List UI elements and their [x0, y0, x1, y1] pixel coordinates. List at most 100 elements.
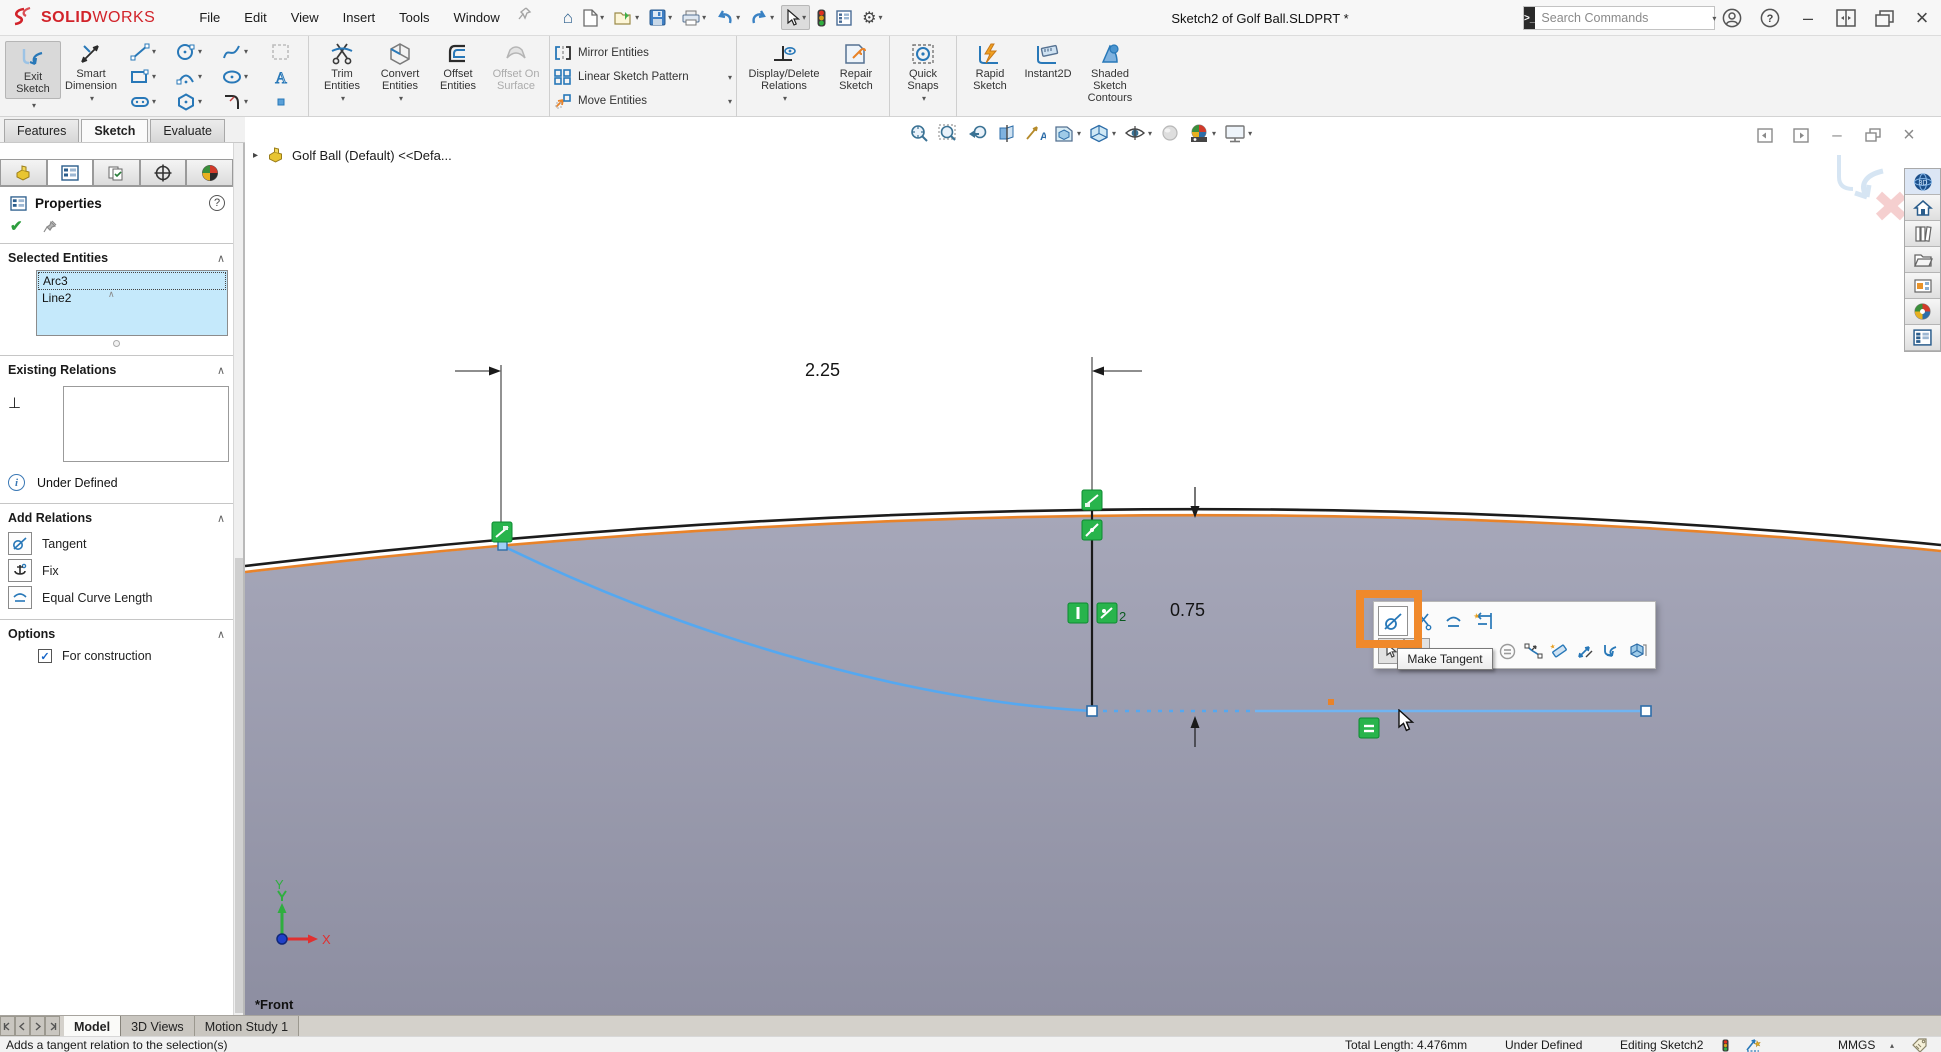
dimension-2-25[interactable] [455, 357, 1142, 533]
search-input[interactable] [1535, 11, 1708, 25]
panel-scroll-up-icon[interactable]: ∧ [108, 289, 115, 300]
status-rebuild-icon[interactable] [1722, 1039, 1729, 1052]
annotation-visibility-button[interactable]: A [1021, 121, 1050, 146]
search-commands-box[interactable]: >_ ▾ [1523, 6, 1715, 30]
menu-window[interactable]: Window [442, 6, 512, 29]
help-icon[interactable]: ? [1757, 5, 1783, 31]
exit-sketch-arrow-icon[interactable] [1855, 171, 1883, 197]
ellipse-tool[interactable]: ▾ [212, 68, 258, 86]
options-section-header[interactable]: Options ∧ [0, 620, 233, 646]
tab-scroll-last[interactable] [45, 1016, 60, 1036]
instant2d-button[interactable]: Instant2D [1020, 38, 1076, 80]
shaded-sketch-contours-button[interactable]: Shaded Sketch Contours [1078, 38, 1142, 104]
for-construction-checkbox[interactable]: ✓ [38, 649, 52, 663]
add-relation-tangent[interactable]: Tangent [0, 530, 233, 557]
hide-show-items-button[interactable]: ▾ [1120, 121, 1156, 146]
rectangle-tool[interactable]: ▾ [120, 68, 166, 86]
restore-window-button[interactable] [1871, 5, 1897, 31]
tab-scroll-next[interactable] [30, 1016, 45, 1036]
tab-features[interactable]: Features [4, 119, 79, 142]
line-endpoint-handle[interactable] [1087, 706, 1097, 716]
panel-scrollbar[interactable] [233, 143, 243, 1015]
zoom-to-fit-button[interactable] [905, 121, 934, 146]
menu-insert[interactable]: Insert [331, 6, 388, 29]
print-button[interactable]: ▾ [679, 7, 709, 29]
cancel-sketch-icon[interactable] [1879, 195, 1903, 217]
close-button[interactable]: × [1909, 5, 1935, 31]
pane-right-icon[interactable] [1788, 122, 1814, 148]
tree-expand-icon[interactable]: ▸ [253, 150, 258, 161]
settings-gear-button[interactable]: ⚙▾ [859, 5, 885, 31]
arc-tool[interactable]: ▾ [166, 68, 212, 86]
dimension-value-width[interactable]: 2.25 [805, 360, 840, 381]
doc-restore-button[interactable] [1860, 122, 1886, 148]
save-button[interactable]: ▾ [646, 6, 675, 29]
fully-define-sketch-button[interactable] [1546, 638, 1572, 664]
line-tool[interactable]: ▾ [120, 43, 166, 61]
home-tab[interactable] [1905, 195, 1940, 221]
section-view-button[interactable] [992, 121, 1021, 146]
panel-help-icon[interactable]: ? [209, 195, 225, 211]
status-sketch-warning-icon[interactable] [1745, 1038, 1761, 1052]
offset-entities-button[interactable]: Offset Entities [430, 38, 486, 92]
file-explorer-tab[interactable] [1905, 247, 1940, 273]
user-account-icon[interactable] [1719, 5, 1745, 31]
dimension-value-height[interactable]: 0.75 [1170, 600, 1205, 621]
status-tag-icon[interactable] [1912, 1038, 1928, 1052]
dimxpert-manager-tab[interactable] [140, 159, 187, 185]
redo-button[interactable]: ▾ [747, 7, 777, 28]
point-tool[interactable] [258, 93, 304, 111]
tab-model[interactable]: Model [64, 1016, 121, 1036]
units-caret-icon[interactable]: ▴ [1890, 1041, 1894, 1050]
ok-button[interactable]: ✔ [10, 217, 23, 235]
split-view-button[interactable] [1833, 5, 1859, 31]
for-construction-option[interactable]: ✓ For construction [0, 646, 233, 663]
circle-tool[interactable]: ▾ [166, 43, 212, 61]
repair-sketch-button[interactable]: Repair Sketch [828, 38, 884, 92]
move-entities-button[interactable]: Move Entities ▾ [554, 89, 732, 113]
add-relations-section-header[interactable]: Add Relations ∧ [0, 504, 233, 530]
display-style-button[interactable]: ▾ [1085, 121, 1120, 146]
previous-view-button[interactable] [963, 121, 992, 146]
line-endpoint-handle[interactable] [1641, 706, 1651, 716]
auto-dimension-button[interactable] [1572, 638, 1598, 664]
options-list-button[interactable] [833, 7, 855, 29]
zoom-to-area-button[interactable] [934, 121, 963, 146]
pin-button[interactable] [43, 219, 59, 233]
list-item[interactable]: Arc3 [38, 272, 226, 290]
exit-sketch-context-button[interactable] [1598, 638, 1624, 664]
existing-relations-section-header[interactable]: Existing Relations ∧ [0, 356, 233, 382]
tab-motion-study-1[interactable]: Motion Study 1 [195, 1016, 299, 1036]
custom-properties-tab[interactable] [1905, 325, 1940, 351]
configuration-manager-tab[interactable] [93, 159, 140, 185]
text-tool[interactable]: A [258, 68, 304, 86]
rapid-sketch-button[interactable]: Rapid Sketch [962, 38, 1018, 92]
undo-button[interactable]: ▾ [713, 7, 743, 28]
make-equal-curve-button[interactable] [1438, 606, 1468, 636]
spline-tool[interactable]: ▾ [212, 43, 258, 61]
display-delete-relations-button[interactable]: Display/Delete Relations ▾ [742, 38, 826, 103]
convert-entities-button[interactable]: Convert Entities ▾ [372, 38, 428, 103]
mirror-entities-button[interactable]: Mirror Entities [554, 41, 732, 65]
feature-tree-root[interactable]: ▸ Golf Ball (Default) <<Defa... [253, 147, 452, 163]
circled-equal-icon-button[interactable] [1494, 638, 1520, 664]
menu-tools[interactable]: Tools [387, 6, 441, 29]
display-manager-tab[interactable] [186, 159, 233, 185]
new-file-button[interactable]: ▾ [580, 6, 607, 30]
add-dimension-button[interactable] [1468, 606, 1498, 636]
appearances-scenes-tab[interactable] [1905, 299, 1940, 325]
exit-sketch-corner-icon[interactable] [1839, 155, 1853, 189]
tab-scroll-first[interactable] [0, 1016, 15, 1036]
polygon-tool[interactable]: ▾ [166, 93, 212, 111]
list-resize-handle[interactable] [113, 340, 120, 347]
tab-sketch[interactable]: Sketch [81, 119, 148, 142]
design-library-tab[interactable] [1905, 221, 1940, 247]
3d-contentcentral-tab[interactable]: 3D [1905, 169, 1940, 195]
confirmation-corner[interactable] [1831, 149, 1911, 221]
menu-file[interactable]: File [187, 6, 232, 29]
add-relation-equal-curve-length[interactable]: Equal Curve Length [0, 584, 233, 611]
show-spline-handles-button[interactable] [1520, 638, 1546, 664]
status-units[interactable]: MMGS [1838, 1038, 1875, 1052]
add-relation-fix[interactable]: Fix [0, 557, 233, 584]
isometric-view-button[interactable] [1624, 638, 1650, 664]
